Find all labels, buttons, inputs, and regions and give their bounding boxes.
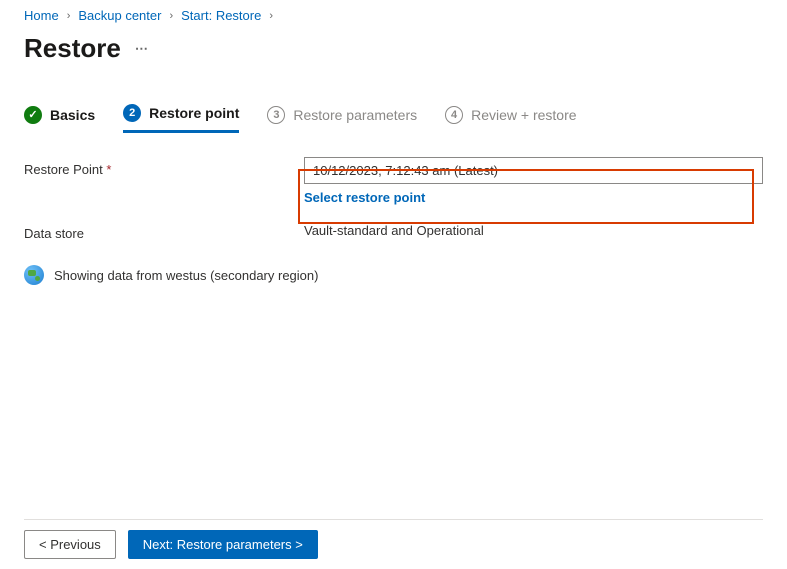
restore-point-row: Restore Point * Select restore point — [24, 157, 763, 205]
step-number-icon: 4 — [445, 106, 463, 124]
tab-restore-parameters-label: Restore parameters — [293, 107, 417, 123]
chevron-right-icon: › — [169, 10, 173, 22]
breadcrumb: Home › Backup center › Start: Restore › — [24, 8, 763, 23]
chevron-right-icon: › — [269, 10, 273, 22]
check-icon: ✓ — [24, 106, 42, 124]
data-store-value: Vault-standard and Operational — [304, 221, 763, 241]
tab-restore-point[interactable]: 2 Restore point — [123, 104, 239, 133]
wizard-tabs: ✓ Basics 2 Restore point 3 Restore param… — [24, 104, 763, 133]
data-store-row: Data store Vault-standard and Operationa… — [24, 221, 763, 241]
region-notice: Showing data from westus (secondary regi… — [24, 265, 763, 285]
page-title-row: Restore ⋯ — [24, 33, 763, 64]
tab-restore-parameters[interactable]: 3 Restore parameters — [267, 106, 417, 132]
required-asterisk: * — [106, 162, 111, 177]
chevron-right-icon: › — [67, 10, 71, 22]
breadcrumb-backup-center[interactable]: Backup center — [78, 8, 161, 23]
tab-review-restore[interactable]: 4 Review + restore — [445, 106, 576, 132]
tab-basics[interactable]: ✓ Basics — [24, 106, 95, 132]
page-title: Restore — [24, 33, 121, 64]
restore-point-label: Restore Point * — [24, 157, 304, 205]
region-notice-text: Showing data from westus (secondary regi… — [54, 268, 318, 283]
wizard-footer: < Previous Next: Restore parameters > — [24, 519, 763, 559]
more-actions-icon[interactable]: ⋯ — [135, 41, 149, 57]
select-restore-point-link[interactable]: Select restore point — [304, 190, 425, 205]
tab-basics-label: Basics — [50, 107, 95, 123]
step-number-icon: 2 — [123, 104, 141, 122]
breadcrumb-start-restore[interactable]: Start: Restore — [181, 8, 261, 23]
globe-icon — [24, 265, 44, 285]
restore-point-input[interactable] — [304, 157, 763, 184]
previous-button[interactable]: < Previous — [24, 530, 116, 559]
next-button[interactable]: Next: Restore parameters > — [128, 530, 318, 559]
data-store-label: Data store — [24, 221, 304, 241]
breadcrumb-home[interactable]: Home — [24, 8, 59, 23]
tab-restore-point-label: Restore point — [149, 105, 239, 121]
tab-review-restore-label: Review + restore — [471, 107, 576, 123]
step-number-icon: 3 — [267, 106, 285, 124]
